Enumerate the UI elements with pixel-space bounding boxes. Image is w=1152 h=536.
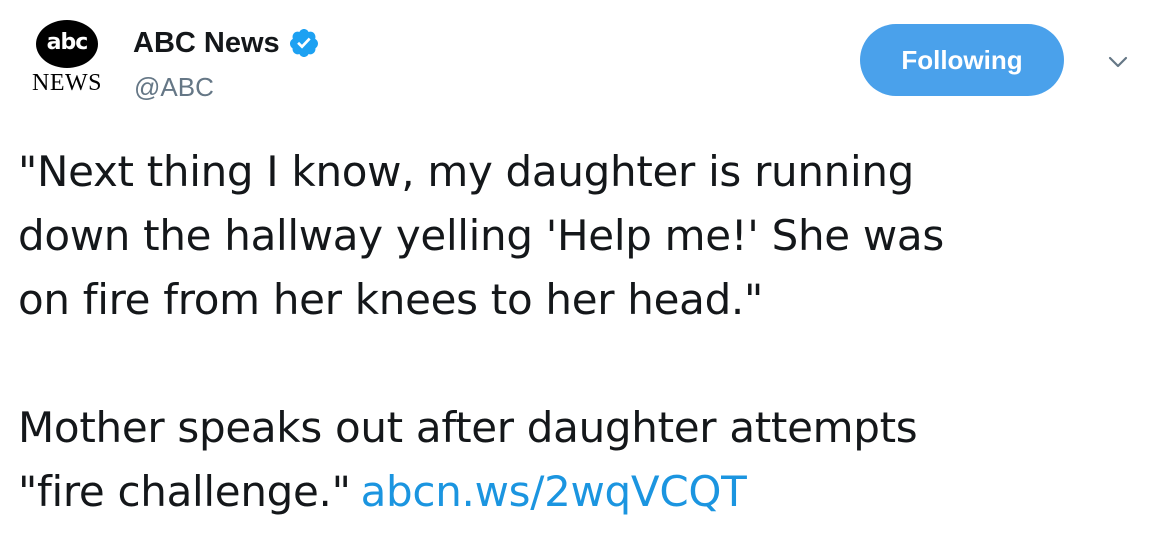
account-name-row[interactable]: ABC News [133, 24, 320, 62]
tweet-line: Mother speaks out after daughter attempt… [18, 403, 918, 452]
following-button[interactable]: Following [860, 24, 1064, 96]
news-logo-text: NEWS [32, 70, 102, 96]
tweet-line: "fire challenge." [18, 467, 351, 516]
tweet-line: on fire from her knees to her head." [18, 275, 763, 324]
chevron-down-icon[interactable] [1104, 50, 1132, 74]
verified-badge-icon [288, 27, 320, 59]
abc-logo-text: abc [46, 30, 89, 55]
abc-news-avatar[interactable]: abc NEWS [22, 20, 112, 104]
tweet-card: abc NEWS ABC News @ABC Following "Next t… [0, 0, 1152, 536]
display-name[interactable]: ABC News [133, 27, 280, 60]
tweet-text: "Next thing I know, my daughter is runni… [18, 140, 1138, 524]
tweet-line-with-link: "fire challenge." abcn.ws/2wqVCQT [18, 460, 1138, 524]
tweet-line: "Next thing I know, my daughter is runni… [18, 147, 915, 196]
tweet-line: down the hallway yelling 'Help me!' She … [18, 211, 944, 260]
account-handle[interactable]: @ABC [134, 72, 214, 103]
tweet-link[interactable]: abcn.ws/2wqVCQT [361, 467, 747, 516]
